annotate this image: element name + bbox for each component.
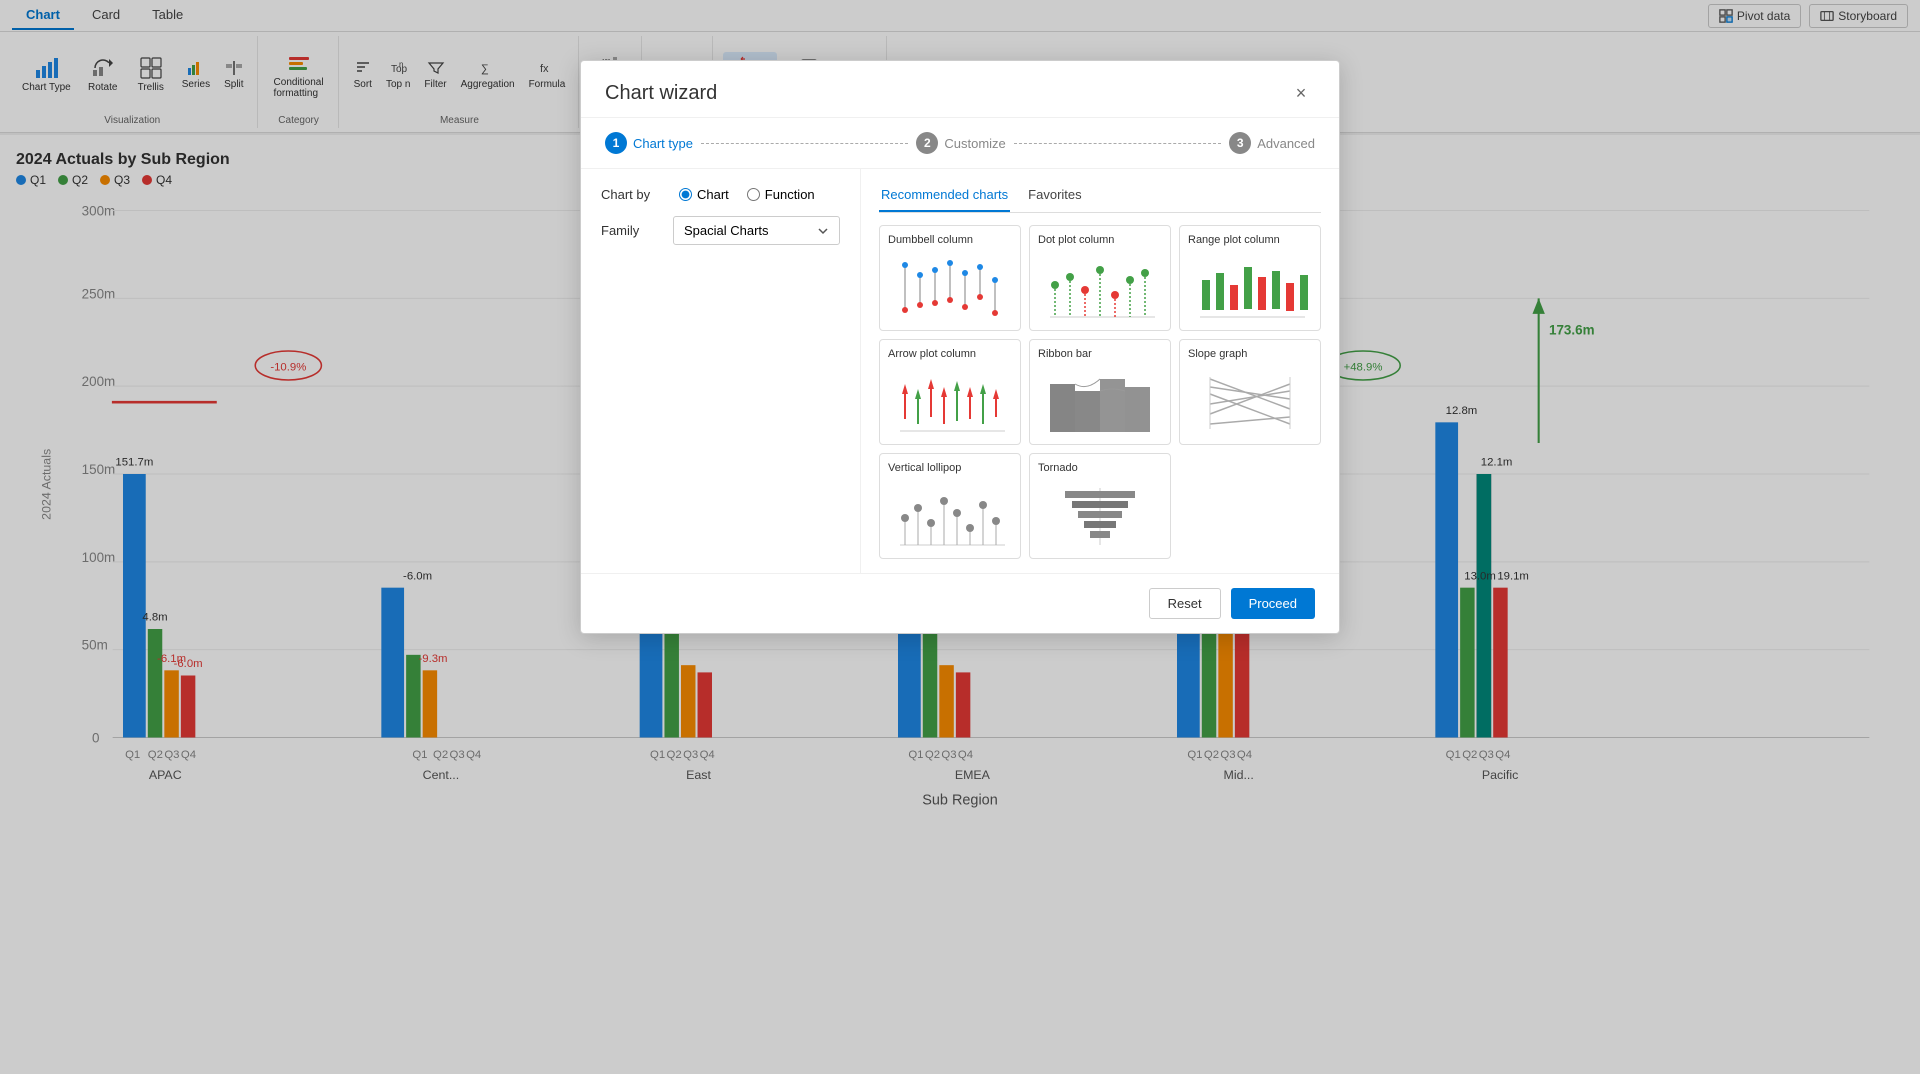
chart-radio-input[interactable] (679, 188, 692, 201)
family-label: Family (601, 223, 661, 238)
family-select[interactable]: Spacial Charts (673, 216, 840, 245)
chart-card-img-dotplot (1038, 252, 1162, 322)
modal-right-panel: Recommended charts Favorites Dumbbell co… (861, 169, 1339, 573)
wizard-steps: 1 Chart type 2 Customize 3 Advanced (581, 118, 1339, 169)
chart-card-img-slope (1188, 366, 1312, 436)
chart-card-img-tornado (1038, 480, 1162, 550)
chart-card-title-arrowplot: Arrow plot column (888, 348, 1012, 360)
chart-by-row: Chart by Chart Function (601, 187, 840, 202)
step-num-3: 3 (1229, 132, 1251, 154)
chart-card-title-tornado: Tornado (1038, 462, 1162, 474)
chart-radio-label: Chart (697, 187, 729, 202)
proceed-button[interactable]: Proceed (1231, 588, 1315, 619)
wizard-step-2[interactable]: 2 Customize (916, 132, 1005, 154)
chart-radio-function[interactable]: Function (747, 187, 815, 202)
chart-card-arrowplot[interactable]: Arrow plot column (879, 339, 1021, 445)
chart-card-title-dotplot: Dot plot column (1038, 234, 1162, 246)
chart-card-img-lollipop (888, 480, 1012, 550)
family-select-value: Spacial Charts (684, 223, 769, 238)
chart-wizard-modal: Chart wizard × 1 Chart type 2 Customize … (580, 60, 1340, 634)
chart-card-lollipop[interactable]: Vertical lollipop (879, 453, 1021, 559)
step-num-1: 1 (605, 132, 627, 154)
chart-grid: Dumbbell column (879, 225, 1321, 559)
tab-recommended-charts[interactable]: Recommended charts (879, 183, 1010, 212)
chart-card-img-rangeplot (1188, 252, 1312, 322)
chart-by-label: Chart by (601, 187, 661, 202)
chart-card-tornado[interactable]: Tornado (1029, 453, 1171, 559)
chart-card-title-rangeplot: Range plot column (1188, 234, 1312, 246)
wizard-step-1[interactable]: 1 Chart type (605, 132, 693, 154)
chevron-down-icon (817, 225, 829, 237)
chart-card-img-dumbbell (888, 252, 1012, 322)
modal-left-panel: Chart by Chart Function Family Spacial C… (581, 169, 861, 573)
chart-card-title-ribbon: Ribbon bar (1038, 348, 1162, 360)
function-radio-label: Function (765, 187, 815, 202)
step-label-2: Customize (944, 136, 1005, 151)
chart-card-slope[interactable]: Slope graph (1179, 339, 1321, 445)
reset-button[interactable]: Reset (1149, 588, 1221, 619)
chart-card-title-dumbbell: Dumbbell column (888, 234, 1012, 246)
chart-radio-chart[interactable]: Chart (679, 187, 729, 202)
modal-footer: Reset Proceed (581, 573, 1339, 633)
modal-header: Chart wizard × (581, 61, 1339, 118)
wizard-step-3[interactable]: 3 Advanced (1229, 132, 1315, 154)
function-radio-input[interactable] (747, 188, 760, 201)
chart-card-img-ribbon (1038, 366, 1162, 436)
chart-type-tabs: Recommended charts Favorites (879, 183, 1321, 213)
step-num-2: 2 (916, 132, 938, 154)
step-label-3: Advanced (1257, 136, 1315, 151)
chart-card-dumbbell[interactable]: Dumbbell column (879, 225, 1021, 331)
step-dots-1 (701, 143, 908, 144)
chart-card-img-arrowplot (888, 366, 1012, 436)
modal-overlay: Chart wizard × 1 Chart type 2 Customize … (0, 0, 1920, 1074)
modal-close-button[interactable]: × (1287, 79, 1315, 107)
chart-card-title-lollipop: Vertical lollipop (888, 462, 1012, 474)
modal-body: Chart by Chart Function Family Spacial C… (581, 169, 1339, 573)
chart-card-ribbon[interactable]: Ribbon bar (1029, 339, 1171, 445)
step-label-1: Chart type (633, 136, 693, 151)
chart-card-title-slope: Slope graph (1188, 348, 1312, 360)
chart-card-rangeplot[interactable]: Range plot column (1179, 225, 1321, 331)
tab-favorites[interactable]: Favorites (1026, 183, 1083, 212)
family-row: Family Spacial Charts (601, 216, 840, 245)
chart-card-dotplot[interactable]: Dot plot column (1029, 225, 1171, 331)
step-dots-2 (1014, 143, 1221, 144)
modal-title: Chart wizard (605, 82, 717, 105)
